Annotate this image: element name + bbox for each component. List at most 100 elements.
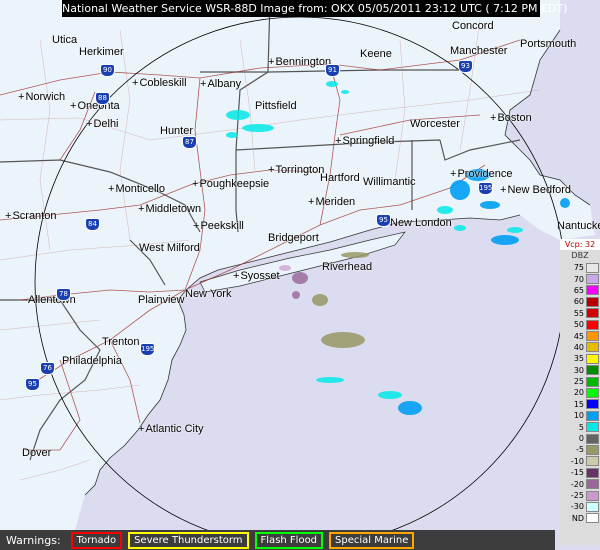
legend-row: -5	[560, 444, 600, 455]
city-label: +Springfield	[335, 135, 394, 147]
legend-vcp: Vcp: 32	[560, 239, 600, 250]
city-label: +Syosset	[233, 270, 280, 282]
city-name: Manchester	[450, 45, 508, 57]
city-name: Poughkeepsie	[199, 178, 270, 190]
city-marker-icon: +	[132, 77, 139, 89]
city-label: +Delhi	[86, 118, 119, 130]
city-name: New London	[390, 217, 452, 229]
city-name: Worcester	[410, 118, 460, 130]
city-marker-icon: +	[5, 210, 12, 222]
interstate-shield-icon: 90	[100, 64, 115, 77]
legend-row: 5	[560, 421, 600, 433]
city-marker-icon: +	[268, 56, 275, 68]
city-name: West Milford	[139, 242, 200, 254]
city-label: Trenton	[102, 336, 140, 348]
legend-value: 60	[573, 297, 584, 307]
city-label: Herkimer	[79, 46, 124, 58]
city-name: Providence	[457, 168, 513, 180]
city-label: +Poughkeepsie	[192, 178, 269, 190]
legend-row: 75	[560, 262, 600, 273]
interstate-shield-icon: 95	[376, 214, 391, 227]
city-label: +Norwich	[18, 91, 65, 103]
city-name: Monticello	[115, 183, 165, 195]
legend-row: -25	[560, 490, 600, 501]
interstate-shield-icon: 76	[40, 362, 55, 375]
legend-swatch	[586, 342, 599, 353]
legend-value: 30	[573, 365, 584, 375]
legend-value: 35	[573, 354, 584, 364]
city-label: +New Bedford	[500, 184, 571, 196]
legend-value: 20	[573, 388, 584, 398]
legend-unit: DBZ	[571, 251, 589, 260]
legend-swatch	[586, 410, 599, 421]
warning-flash-flood[interactable]: Flash Flood	[254, 531, 324, 549]
interstate-shield-icon: 87	[182, 136, 197, 149]
city-label: Dover	[22, 447, 51, 459]
legend-swatch	[586, 456, 599, 467]
legend-swatch	[586, 353, 599, 364]
radar-map	[0, 0, 600, 550]
legend-value: -15	[570, 468, 584, 478]
legend-row: -15	[560, 467, 600, 478]
legend-swatch	[586, 296, 599, 307]
city-marker-icon: +	[200, 78, 207, 90]
legend-swatch	[586, 319, 599, 330]
city-name: Scranton	[12, 210, 57, 222]
city-name: Delhi	[93, 118, 119, 130]
legend-swatch	[586, 490, 599, 501]
legend-row: 10	[560, 410, 600, 421]
city-name: Philadelphia	[62, 355, 122, 367]
interstate-shield-icon: 195	[478, 182, 493, 195]
city-label: Portsmouth	[520, 38, 576, 50]
city-label: Riverhead	[322, 261, 372, 273]
city-name: Herkimer	[79, 46, 124, 58]
legend-value: -30	[570, 502, 584, 512]
city-name: Hartford	[320, 172, 360, 184]
city-label: Plainview	[138, 294, 184, 306]
city-name: Norwich	[25, 91, 66, 103]
interstate-shield-icon: 78	[56, 288, 71, 301]
legend-swatch	[586, 308, 599, 319]
city-name: Pittsfield	[255, 100, 297, 112]
legend-row: 70	[560, 273, 600, 285]
legend-value: 55	[573, 308, 584, 318]
warnings-label: Warnings:	[6, 533, 61, 547]
legend-value: 25	[573, 377, 584, 387]
city-label: +Torrington	[268, 164, 324, 176]
city-marker-icon: +	[192, 178, 199, 190]
city-marker-icon: +	[138, 423, 145, 435]
legend-row: 50	[560, 319, 600, 330]
legend-value: -20	[570, 479, 584, 489]
city-name: New York	[185, 288, 232, 300]
city-marker-icon: +	[138, 203, 145, 215]
city-name: Syosset	[240, 270, 280, 282]
legend-value: 15	[573, 399, 584, 409]
legend-value: 45	[573, 331, 584, 341]
warning-special-marine[interactable]: Special Marine	[329, 531, 415, 549]
city-marker-icon: +	[233, 270, 240, 282]
legend-value: -10	[570, 456, 584, 466]
city-name: Bennington	[275, 56, 332, 68]
interstate-shield-icon: 84	[85, 218, 100, 231]
city-label: Utica	[52, 34, 77, 46]
city-marker-icon: +	[490, 112, 497, 124]
city-name: Bridgeport	[268, 232, 319, 244]
city-label: +Atlantic City	[138, 423, 204, 435]
legend-value: 5	[578, 422, 584, 432]
warning-severe-thunderstorm[interactable]: Severe Thunderstorm	[128, 531, 249, 549]
city-name: Utica	[52, 34, 78, 46]
city-label: West Milford	[139, 242, 200, 254]
warning-tornado[interactable]: Tornado	[70, 531, 123, 549]
city-marker-icon: +	[86, 118, 93, 130]
city-label: Philadelphia	[62, 355, 122, 367]
legend-row: 0	[560, 433, 600, 444]
legend-row: -30	[560, 501, 600, 512]
city-name: Concord	[452, 20, 494, 32]
legend-swatch	[586, 513, 599, 524]
city-label: Pittsfield	[255, 100, 297, 112]
legend-swatch	[586, 467, 599, 478]
city-name: Peekskill	[200, 220, 244, 232]
legend-row: 45	[560, 330, 600, 342]
city-label: Worcester	[410, 118, 460, 130]
legend-row: 15	[560, 399, 600, 410]
